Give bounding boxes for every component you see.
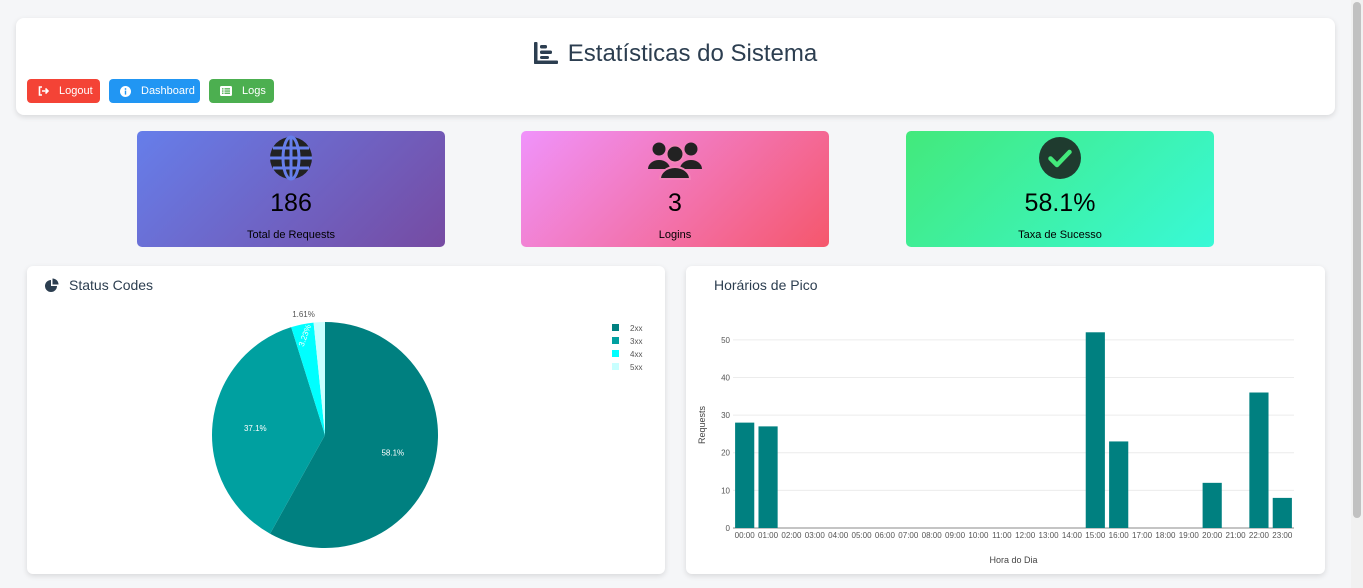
x-tick-label: 02:00 [781,531,802,540]
y-tick-label: 50 [721,336,730,345]
logs-label: Logs [242,85,266,97]
x-tick-label: 11:00 [992,531,1012,540]
logout-button[interactable]: Logout [27,79,100,103]
stat-label: Logins [658,229,692,241]
stat-label: Total de Requests [246,229,336,241]
legend-swatch-2xx [612,324,619,331]
y-tick-label: 20 [721,449,730,458]
x-tick-label: 09:00 [945,531,966,540]
x-tick-label: 10:00 [968,531,989,540]
x-tick-label: 08:00 [922,531,943,540]
x-tick-label: 13:00 [1039,531,1060,540]
x-tick-label: 06:00 [875,531,896,540]
x-tick-label: 07:00 [898,531,919,540]
x-tick-label: 18:00 [1155,531,1176,540]
y-tick-label: 30 [721,411,730,420]
bar-22:00 [1249,392,1269,528]
x-tick-label: 01:00 [758,531,779,540]
x-tick-label: 12:00 [1015,531,1036,540]
x-tick-label: 19:00 [1179,531,1200,540]
logs-button[interactable]: Logs [209,79,274,103]
scrollbar-thumb[interactable] [1353,2,1361,518]
x-tick-label: 04:00 [828,531,849,540]
peak-hours-bar-chart: 0 10 20 30 40 50 00:00 01:00 02:00 03:00 04:00 05:0… [697,332,1294,565]
stat-value: 58.1% [1024,189,1096,217]
header-card: Estatísticas do Sistema Logout Dashboard… [16,18,1335,115]
dashboard-button[interactable]: Dashboard [109,79,200,103]
x-tick-label: 03:00 [805,531,826,540]
legend-label: 4xx [630,350,642,359]
x-tick-label: 14:00 [1062,531,1083,540]
page-title: Estatísticas do Sistema [16,40,1335,71]
x-tick-label: 05:00 [852,531,873,540]
dashboard-label: Dashboard [141,85,195,97]
stat-value: 3 [668,189,682,217]
status-codes-pie-chart: 58.1%37.1%3.23%1.61%2xx3xx4xx5xx [212,310,642,548]
page-title-text: Estatísticas do Sistema [567,40,818,67]
legend-swatch-5xx [612,363,619,370]
x-tick-label: 17:00 [1132,531,1153,540]
list-alt-icon [220,86,232,96]
page-scrollbar[interactable] [1351,0,1363,588]
legend-swatch-4xx [612,350,619,357]
bar-15:00 [1085,332,1105,528]
y-tick-label: 40 [721,373,730,382]
bar-01:00 [758,426,778,528]
users-icon [521,135,829,181]
pie-data-label: 1.61% [292,310,315,319]
globe-icon [137,135,445,181]
pie-data-label: 37.1% [244,424,267,433]
stat-value: 186 [270,189,312,217]
legend-label: 2xx [630,324,642,333]
bar-16:00 [1109,441,1129,528]
y-axis-title: Requests [697,405,707,444]
x-tick-label: 16:00 [1109,531,1130,540]
stat-card-logins: 3 Logins [521,131,829,247]
x-tick-label: 00:00 [735,531,756,540]
x-tick-label: 22:00 [1249,531,1270,540]
sign-out-icon [38,86,49,96]
x-tick-label: 15:00 [1085,531,1106,540]
check-circle-icon [906,135,1214,181]
y-tick-label: 10 [721,486,730,495]
bar-20:00 [1202,482,1222,528]
x-tick-label: 21:00 [1226,531,1247,540]
x-axis-title: Hora do Dia [989,555,1037,565]
legend-swatch-3xx [612,337,619,344]
legend-label: 5xx [630,363,642,372]
x-tick-label: 20:00 [1202,531,1223,540]
logout-label: Logout [59,85,93,97]
legend-label: 3xx [630,337,642,346]
status-codes-panel: Status Codes 58.1% 37.1% 3.23% 1.61% 2xx 3xx 4… [27,266,665,574]
x-tick-label: 23:00 [1272,531,1293,540]
bar-23:00 [1272,497,1292,528]
stat-card-total-requests: 186 Total de Requests [137,131,445,247]
stat-card-success-rate: 58.1% Taxa de Sucesso [906,131,1214,247]
pie-data-label: 58.1% [381,449,404,458]
bar-00:00 [735,422,755,528]
stat-label: Taxa de Sucesso [1018,229,1102,241]
chart-bar-icon [533,42,558,71]
peak-hours-panel: Horários de Pico 0 10 20 30 40 50 00:00 01:00 02… [686,266,1325,574]
y-tick-label: 0 [726,524,731,533]
info-circle-icon [120,85,131,97]
